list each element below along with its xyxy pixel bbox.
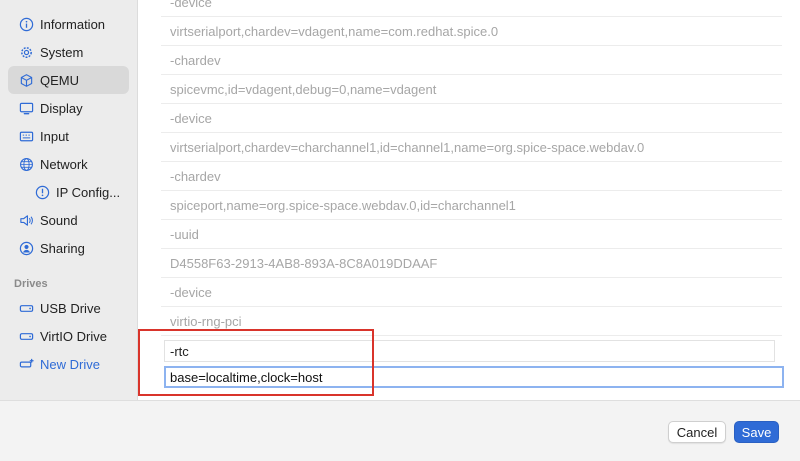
sidebar-item-sharing[interactable]: Sharing (8, 234, 129, 262)
keyboard-icon (18, 128, 34, 144)
sidebar-item-virtio-drive[interactable]: VirtIO Drive (8, 322, 129, 350)
argument-row[interactable]: -chardev (161, 46, 782, 75)
info-circle-icon (34, 184, 50, 200)
sidebar-item-label: IP Config... (56, 184, 121, 200)
sidebar-item-sound[interactable]: Sound (8, 206, 129, 234)
speaker-icon (18, 212, 34, 228)
sidebar-item-network[interactable]: Network (8, 150, 129, 178)
sidebar-item-label: Sound (40, 212, 78, 228)
info-circle-icon (18, 16, 34, 32)
sidebar-item-label: USB Drive (40, 300, 101, 316)
footer-bar: Cancel Save (0, 400, 800, 461)
sidebar: Information System QEMU Display Input Ne… (0, 0, 138, 400)
argument-row[interactable]: virtio-rng-pci (161, 307, 782, 336)
sidebar-item-label: QEMU (40, 72, 79, 88)
sidebar-item-ip-config[interactable]: IP Config... (8, 178, 129, 206)
sidebar-item-new-drive[interactable]: New Drive (8, 350, 129, 378)
drive-icon (18, 300, 34, 316)
argument-field-rtc-value[interactable]: base=localtime,clock=host (164, 366, 784, 388)
argument-row[interactable]: -device (161, 278, 782, 307)
argument-row[interactable]: -device (161, 104, 782, 133)
sidebar-item-label: Information (40, 16, 106, 32)
gear-icon (18, 44, 34, 60)
argument-row[interactable]: spicevmc,id=vdagent,debug=0,name=vdagent (161, 75, 782, 104)
qemu-arguments-panel: -device virtserialport,chardev=vdagent,n… (139, 0, 800, 400)
arguments-list: -device virtserialport,chardev=vdagent,n… (139, 0, 800, 391)
sidebar-item-information[interactable]: Information (8, 10, 129, 38)
argument-row[interactable]: -uuid (161, 220, 782, 249)
sidebar-item-label: New Drive (40, 356, 100, 372)
display-icon (18, 100, 34, 116)
sidebar-item-label: Display (40, 100, 83, 116)
sidebar-item-label: Sharing (40, 240, 85, 256)
sidebar-item-label: VirtIO Drive (40, 328, 107, 344)
cancel-button[interactable]: Cancel (668, 421, 726, 443)
sidebar-item-label: Input (40, 128, 69, 144)
sidebar-item-usb-drive[interactable]: USB Drive (8, 294, 129, 322)
argument-row[interactable]: virtserialport,chardev=vdagent,name=com.… (161, 17, 782, 46)
sidebar-item-label: Network (40, 156, 88, 172)
sidebar-item-qemu[interactable]: QEMU (8, 66, 129, 94)
drives-section-title: Drives (14, 278, 48, 290)
sidebar-item-input[interactable]: Input (8, 122, 129, 150)
save-button[interactable]: Save (734, 421, 779, 443)
globe-icon (18, 156, 34, 172)
sidebar-item-display[interactable]: Display (8, 94, 129, 122)
sidebar-item-system[interactable]: System (8, 38, 129, 66)
cube-icon (18, 72, 34, 88)
drive-icon (18, 328, 34, 344)
argument-row[interactable]: -chardev (161, 162, 782, 191)
argument-row[interactable]: virtserialport,chardev=charchannel1,id=c… (161, 133, 782, 162)
argument-field-rtc[interactable]: -rtc (164, 340, 775, 362)
argument-row[interactable]: spiceport,name=org.spice-space.webdav.0,… (161, 191, 782, 220)
person-circle-icon (18, 240, 34, 256)
add-drive-icon (18, 356, 34, 372)
sidebar-item-label: System (40, 44, 84, 60)
argument-row[interactable]: -device (161, 0, 782, 17)
argument-row[interactable]: D4558F63-2913-4AB8-893A-8C8A019DDAAF (161, 249, 782, 278)
